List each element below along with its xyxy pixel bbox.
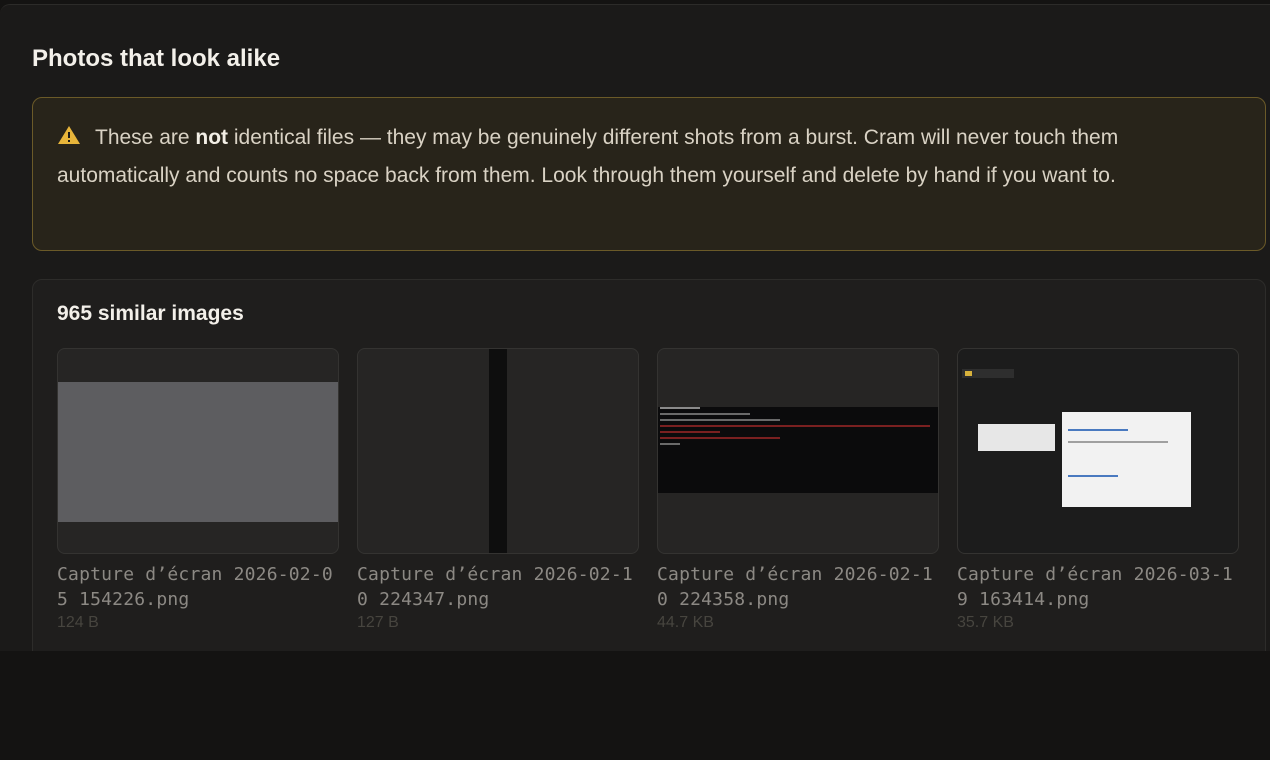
image-thumbnail[interactable]: [57, 348, 339, 554]
page-title: Photos that look alike: [32, 45, 281, 72]
image-filesize: 35.7 KB: [957, 614, 1014, 631]
warning-triangle-icon: [58, 126, 80, 144]
image-thumbnail[interactable]: [957, 348, 1239, 554]
thumbnail-grid: Capture d’écran 2026-02-05 154226.png 12…: [57, 348, 1265, 648]
warning-text-bold: not: [195, 126, 229, 149]
image-filename: Capture d’écran 2026-02-10 224347.png: [357, 564, 633, 610]
group-title: 965 similar images: [57, 302, 244, 325]
image-filename: Capture d’écran 2026-03-19 163414.png: [957, 564, 1233, 610]
image-filename: Capture d’écran 2026-02-05 154226.png: [57, 564, 333, 610]
similar-images-group: 965 similar images Capture d’écran 2026-…: [32, 279, 1266, 656]
bottom-backdrop: [0, 651, 1270, 760]
image-card[interactable]: Capture d’écran 2026-02-10 224358.png 44…: [657, 348, 939, 632]
image-card[interactable]: Capture d’écran 2026-03-19 163414.png 35…: [957, 348, 1239, 632]
image-filesize: 124 B: [57, 614, 99, 631]
image-card[interactable]: Capture d’écran 2026-02-05 154226.png 12…: [57, 348, 339, 632]
image-filename: Capture d’écran 2026-02-10 224358.png: [657, 564, 933, 610]
image-filesize: 127 B: [357, 614, 399, 631]
warning-text-before: These are: [95, 126, 196, 149]
image-thumbnail[interactable]: [357, 348, 639, 554]
similar-photos-panel: Photos that look alike These are not ide…: [0, 4, 1270, 656]
image-filesize: 44.7 KB: [657, 614, 714, 631]
image-thumbnail[interactable]: [657, 348, 939, 554]
image-card[interactable]: Capture d’écran 2026-02-10 224347.png 12…: [357, 348, 639, 632]
warning-callout: These are not identical files — they may…: [32, 97, 1266, 251]
